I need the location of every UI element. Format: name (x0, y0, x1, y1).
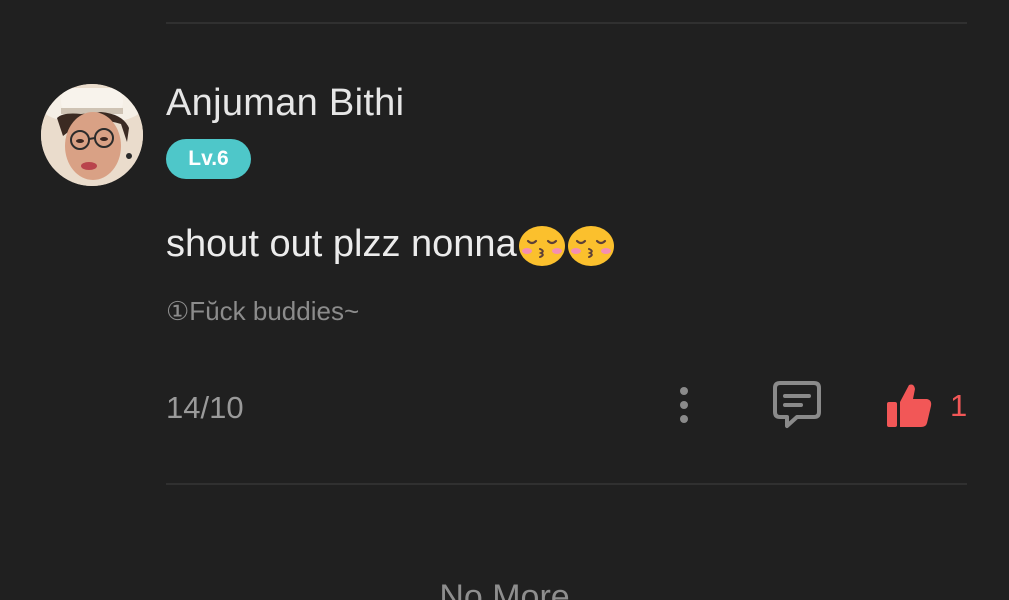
level-badge: Lv.6 (166, 139, 251, 179)
avatar[interactable] (41, 84, 143, 186)
divider (166, 483, 967, 485)
chat-bubble-icon[interactable] (771, 379, 823, 431)
kissing-face-emoji-icon (518, 226, 565, 266)
comment-body: shout out plzz nonna (166, 220, 615, 268)
like-button[interactable]: 1 (884, 381, 967, 431)
divider (166, 22, 967, 24)
comment-date: 14/10 (166, 390, 244, 425)
vertical-dots-icon[interactable] (672, 383, 696, 427)
author-name[interactable]: Anjuman Bithi (166, 82, 404, 125)
avatar-image (41, 84, 143, 186)
kissing-face-emoji-icon (567, 226, 614, 266)
like-count: 1 (950, 388, 968, 423)
comment-screen: Anjuman Bithi Lv.6 shout out plzz nonna … (0, 0, 1009, 600)
reply-tag[interactable]: ①Fŭck buddies~ (166, 296, 359, 327)
comment-text: shout out plzz nonna (166, 222, 517, 265)
no-more-label: No More (439, 578, 570, 600)
thumbs-up-icon (887, 384, 932, 427)
